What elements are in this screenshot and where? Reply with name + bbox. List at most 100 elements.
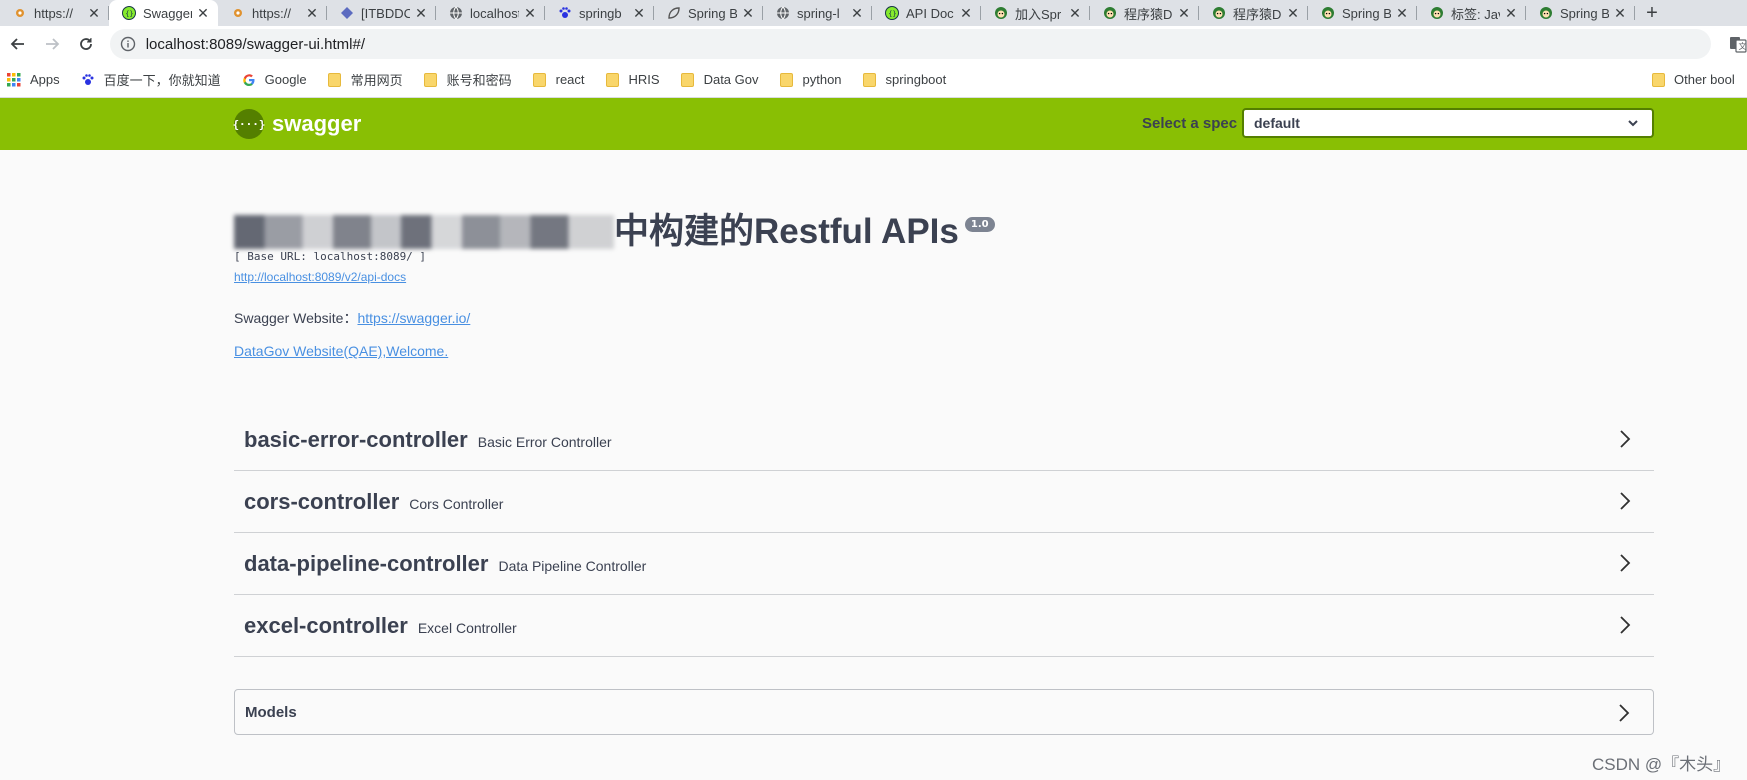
close-icon[interactable]: ✕ <box>414 5 428 22</box>
close-icon[interactable]: ✕ <box>196 5 210 22</box>
folder-icon <box>327 72 343 88</box>
tab-7[interactable]: spring-l ✕ <box>763 0 872 26</box>
bookmark-7[interactable]: Data Gov <box>680 72 759 88</box>
close-icon[interactable]: ✕ <box>1395 5 1409 22</box>
bookmark-0[interactable]: Apps <box>6 72 60 88</box>
folder-icon <box>680 72 696 88</box>
tab-2[interactable]: https:// ✕ <box>218 0 327 26</box>
controller-description: Cors Controller <box>409 495 504 512</box>
url-text[interactable]: localhost:8089/swagger-ui.html#/ <box>146 36 365 53</box>
back-button[interactable] <box>2 28 34 60</box>
chevron-right-icon <box>1620 430 1631 448</box>
tab-title: localhost <box>470 5 519 21</box>
new-tab-button[interactable]: + <box>1635 0 1669 26</box>
tab-10[interactable]: 程序猿D ✕ <box>1090 0 1199 26</box>
close-icon[interactable]: ✕ <box>1286 5 1300 22</box>
globe-icon <box>448 5 464 21</box>
bookmarks-bar: Apps 百度一下，你就知道 Google 常用网页 账号和密码 react HRIS Dat… <box>0 62 1747 98</box>
tab-13[interactable]: 标签: Jav ✕ <box>1417 0 1526 26</box>
address-bar[interactable]: localhost:8089/swagger-ui.html#/ <box>109 29 1712 59</box>
bookmark-9[interactable]: springboot <box>862 72 947 88</box>
close-icon[interactable]: ✕ <box>850 5 864 22</box>
tab-title: Swagger <box>143 5 192 21</box>
version-badge: 1.0 <box>964 217 995 232</box>
close-icon[interactable]: ✕ <box>741 5 755 22</box>
tab-title: [ITBDDC <box>361 5 410 21</box>
close-icon[interactable]: ✕ <box>959 5 973 22</box>
svg-text:{}: {} <box>125 10 133 18</box>
bookmark-8[interactable]: python <box>779 72 842 88</box>
bookmark-4[interactable]: 账号和密码 <box>423 70 512 89</box>
spec-select[interactable]: default <box>1242 108 1654 138</box>
close-icon[interactable]: ✕ <box>305 5 319 22</box>
bookmark-3[interactable]: 常用网页 <box>327 70 403 89</box>
apps-grid-icon <box>6 72 22 88</box>
bookmark-label: springboot <box>885 72 947 87</box>
tab-title: https:// <box>34 5 74 21</box>
swagger-website-line: Swagger Website：https://swagger.io/ <box>234 308 470 328</box>
welcome-link[interactable]: DataGov Website(QAE),Welcome. <box>234 343 448 359</box>
avatar-icon <box>1102 5 1118 21</box>
tab-6[interactable]: Spring B ✕ <box>654 0 763 26</box>
tab-11[interactable]: 程序猿D ✕ <box>1199 0 1308 26</box>
chevron-right-icon <box>1620 554 1631 572</box>
swagger-logo[interactable]: {···} swagger <box>232 109 361 139</box>
close-icon[interactable]: ✕ <box>1613 5 1627 22</box>
tab-9[interactable]: 加入Spr ✕ <box>981 0 1090 26</box>
tab-title: 标签: Jav <box>1451 6 1500 22</box>
bookmark-1[interactable]: 百度一下，你就知道 <box>80 70 221 89</box>
forward-button[interactable] <box>36 28 68 60</box>
translate-icon[interactable]: 文 <box>1729 35 1747 53</box>
tab-5[interactable]: springb ✕ <box>545 0 654 26</box>
tab-8[interactable]: {} API Doc ✕ <box>872 0 981 26</box>
spec-label: Select a spec <box>1142 115 1238 132</box>
controller-cors[interactable]: cors-controller Cors Controller <box>234 471 1654 533</box>
controller-name: data-pipeline-controller <box>244 550 489 576</box>
tab-1[interactable]: {} Swagger ✕ <box>109 0 218 26</box>
title-suffix: 中构建的Restful APIs <box>614 212 959 251</box>
controller-data-pipeline[interactable]: data-pipeline-controller Data Pipeline C… <box>234 533 1654 595</box>
swagger-website-link[interactable]: https://swagger.io/ <box>357 310 470 326</box>
bookmark-label: 账号和密码 <box>446 73 512 88</box>
chevron-right-icon <box>1619 704 1630 722</box>
controller-excel[interactable]: excel-controller Excel Controller <box>234 595 1654 657</box>
close-icon[interactable]: ✕ <box>1068 5 1082 22</box>
reload-icon <box>79 38 92 50</box>
svg-text:文: 文 <box>1739 41 1747 51</box>
tab-title: springb <box>579 5 622 21</box>
tab-title: 程序猿D <box>1124 6 1173 22</box>
folder-icon <box>862 72 878 88</box>
tab-12[interactable]: Spring B ✕ <box>1308 0 1417 26</box>
tab-0[interactable]: https:// ✕ <box>0 0 109 26</box>
controller-description: Basic Error Controller <box>477 433 612 450</box>
other-bookmarks[interactable]: Other bool <box>1650 72 1735 88</box>
reload-button[interactable] <box>70 28 102 60</box>
controller-name: cors-controller <box>244 488 400 514</box>
bookmark-5[interactable]: react <box>532 72 585 88</box>
swagger-icon: {} <box>884 5 900 21</box>
bookmark-label: react <box>555 72 585 87</box>
api-docs-link[interactable]: http://localhost:8089/v2/api-docs <box>234 270 406 284</box>
controller-list: basic-error-controller Basic Error Contr… <box>234 409 1654 657</box>
controller-basic-error[interactable]: basic-error-controller Basic Error Contr… <box>234 409 1654 471</box>
close-icon[interactable]: ✕ <box>632 5 646 22</box>
tab-3[interactable]: [ITBDDC ✕ <box>327 0 436 26</box>
bookmark-6[interactable]: HRIS <box>605 72 660 88</box>
info-icon[interactable] <box>120 36 136 52</box>
tab-title: 程序猿D <box>1233 6 1282 22</box>
bookmark-2[interactable]: Google <box>241 72 307 88</box>
tab-14[interactable]: Spring B ✕ <box>1526 0 1635 26</box>
close-icon[interactable]: ✕ <box>523 5 537 22</box>
close-icon[interactable]: ✕ <box>87 5 101 22</box>
baidu-paw-icon <box>80 72 96 88</box>
tab-4[interactable]: localhost ✕ <box>436 0 545 26</box>
redacted-title-prefix <box>234 215 614 249</box>
close-icon[interactable]: ✕ <box>1177 5 1191 22</box>
close-icon[interactable]: ✕ <box>1504 5 1518 22</box>
chevron-right-icon <box>1620 492 1631 510</box>
avatar-icon <box>1538 5 1554 21</box>
models-section[interactable]: Models <box>234 689 1654 735</box>
bookmark-label: python <box>802 72 842 87</box>
bookmark-label: HRIS <box>628 72 660 87</box>
swagger-website-label: Swagger Website： <box>234 310 358 326</box>
